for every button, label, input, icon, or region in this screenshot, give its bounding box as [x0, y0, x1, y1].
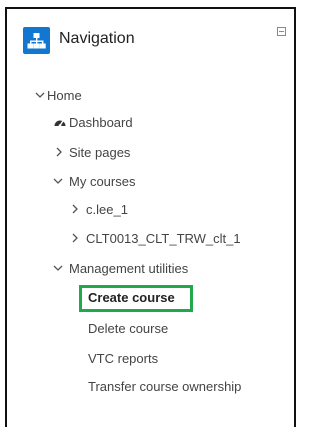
tree-label-management-utilities: Management utilities	[69, 261, 189, 276]
tree-label-course-1: c.lee_1	[86, 202, 128, 217]
panel-title: Navigation	[59, 30, 135, 47]
tree-label-delete-course: Delete course	[88, 321, 169, 336]
tree-label-my-courses: My courses	[69, 174, 136, 189]
tree-label-home: Home	[47, 88, 82, 103]
chevron-right-icon	[72, 233, 78, 243]
tree-label-transfer-ownership: Transfer course ownership	[88, 379, 242, 394]
sitemap-icon	[23, 27, 50, 54]
chevron-down-icon	[53, 178, 63, 184]
navigation-header: Navigation	[23, 25, 268, 57]
chevron-down-icon	[35, 92, 45, 98]
tree-label-create-course: Create course	[88, 290, 175, 305]
collapse-block-icon[interactable]	[277, 27, 286, 36]
tree-label-vtc-reports: VTC reports	[88, 351, 159, 366]
dashboard-icon	[54, 120, 66, 127]
tree-label-course-2: CLT0013_CLT_TRW_clt_1	[86, 231, 241, 246]
chevron-right-icon	[56, 147, 62, 157]
chevron-down-icon	[53, 265, 63, 271]
tree-label-site-pages: Site pages	[69, 145, 131, 160]
chevron-right-icon	[72, 204, 78, 214]
tree-label-dashboard: Dashboard	[69, 115, 133, 130]
